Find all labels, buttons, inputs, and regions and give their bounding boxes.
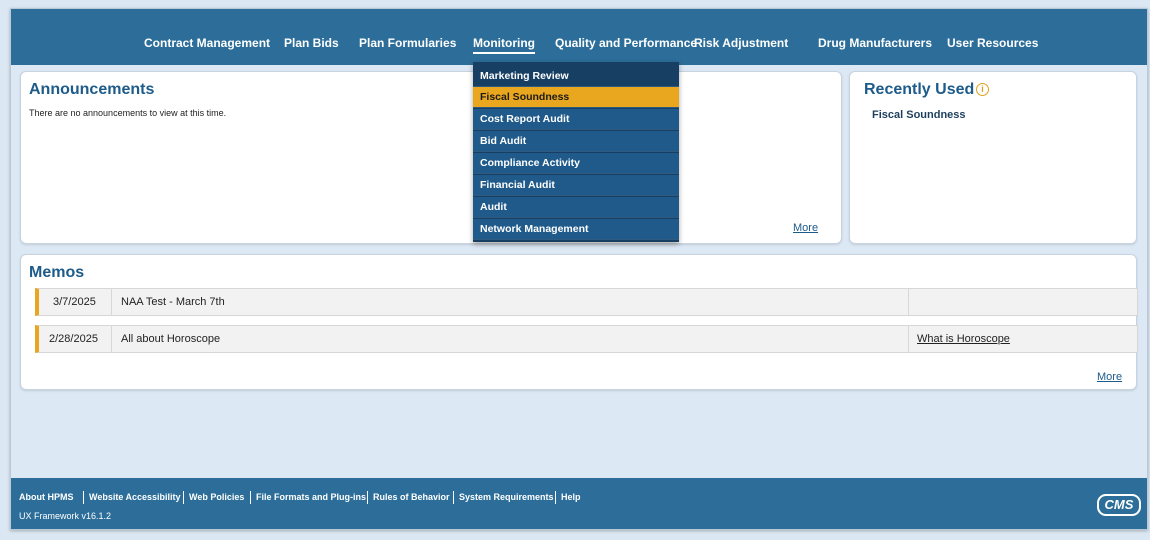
footer-link-web-policies[interactable]: Web Policies (189, 492, 244, 502)
nav-plan-bids[interactable]: Plan Bids (284, 36, 339, 50)
memo-row: 2/28/2025 All about Horoscope What is Ho… (35, 325, 1138, 353)
menu-item-bid-audit[interactable]: Bid Audit (473, 131, 679, 152)
memo-date: 3/7/2025 (53, 296, 96, 308)
info-icon[interactable]: i (976, 83, 989, 96)
recently-used-panel: Recently Used i Fiscal Soundness (849, 71, 1137, 244)
nav-drug-manufacturers[interactable]: Drug Manufacturers (818, 36, 932, 50)
nav-plan-formularies[interactable]: Plan Formularies (359, 36, 456, 50)
cell-divider (908, 326, 909, 352)
nav-risk-adjustment[interactable]: Risk Adjustment (694, 36, 788, 50)
footer: About HPMS Website Accessibility Web Pol… (11, 478, 1147, 529)
footer-link-about-hpms[interactable]: About HPMS (19, 492, 74, 502)
menu-item-financial-audit[interactable]: Financial Audit (473, 175, 679, 196)
recently-used-item-fiscal-soundness[interactable]: Fiscal Soundness (872, 109, 966, 121)
footer-divider (183, 491, 184, 504)
menu-item-network-management[interactable]: Network Management (473, 219, 679, 240)
announcements-panel: Announcements There are no announcements… (20, 71, 842, 244)
nav-user-resources[interactable]: User Resources (947, 36, 1038, 50)
footer-link-website-accessibility[interactable]: Website Accessibility (89, 492, 181, 502)
cell-divider (908, 289, 909, 315)
menu-item-audit[interactable]: Audit (473, 197, 679, 218)
recently-used-title: Recently Used (864, 81, 975, 98)
menu-item-fiscal-soundness[interactable]: Fiscal Soundness (473, 87, 679, 108)
nav-quality-and-performance[interactable]: Quality and Performance (555, 36, 697, 50)
memos-title: Memos (29, 264, 85, 281)
footer-divider (367, 491, 368, 504)
version-text: UX Framework v16.1.2 (19, 511, 112, 521)
menu-item-marketing-review[interactable]: Marketing Review (473, 66, 679, 87)
footer-link-system-requirements[interactable]: System Requirements (459, 492, 554, 502)
announcements-title: Announcements (29, 81, 155, 98)
nav-contract-management[interactable]: Contract Management (144, 36, 270, 50)
cell-divider (111, 289, 112, 315)
announcements-empty-text: There are no announcements to view at th… (29, 108, 227, 118)
memo-date: 2/28/2025 (49, 333, 98, 345)
footer-divider (555, 491, 556, 504)
memo-title: All about Horoscope (121, 333, 221, 345)
top-navigation: Contract Management Plan Bids Plan Formu… (11, 9, 1147, 65)
monitoring-dropdown-menu: Marketing Review Fiscal Soundness Cost R… (473, 62, 679, 242)
nav-monitoring[interactable]: Monitoring (473, 36, 535, 54)
app-frame: Contract Management Plan Bids Plan Formu… (10, 8, 1148, 530)
footer-divider (83, 491, 84, 504)
memos-panel: Memos 3/7/2025 NAA Test - March 7th 2/28… (20, 254, 1138, 390)
menu-item-cost-report-audit[interactable]: Cost Report Audit (473, 109, 679, 130)
menu-item-compliance-activity[interactable]: Compliance Activity (473, 153, 679, 174)
footer-link-rules-of-behavior[interactable]: Rules of Behavior (373, 492, 450, 502)
announcements-more-link[interactable]: More (793, 222, 818, 234)
footer-link-file-formats[interactable]: File Formats and Plug-ins (256, 492, 366, 502)
footer-divider (250, 491, 251, 504)
memo-link-what-is-horoscope[interactable]: What is Horoscope (917, 326, 1010, 352)
memo-row: 3/7/2025 NAA Test - March 7th (35, 288, 1138, 316)
cms-logo: CMS (1097, 494, 1141, 516)
footer-link-help[interactable]: Help (561, 492, 581, 502)
cell-divider (111, 326, 112, 352)
footer-divider (453, 491, 454, 504)
memo-title: NAA Test - March 7th (121, 296, 225, 308)
memos-more-link[interactable]: More (1097, 371, 1122, 383)
